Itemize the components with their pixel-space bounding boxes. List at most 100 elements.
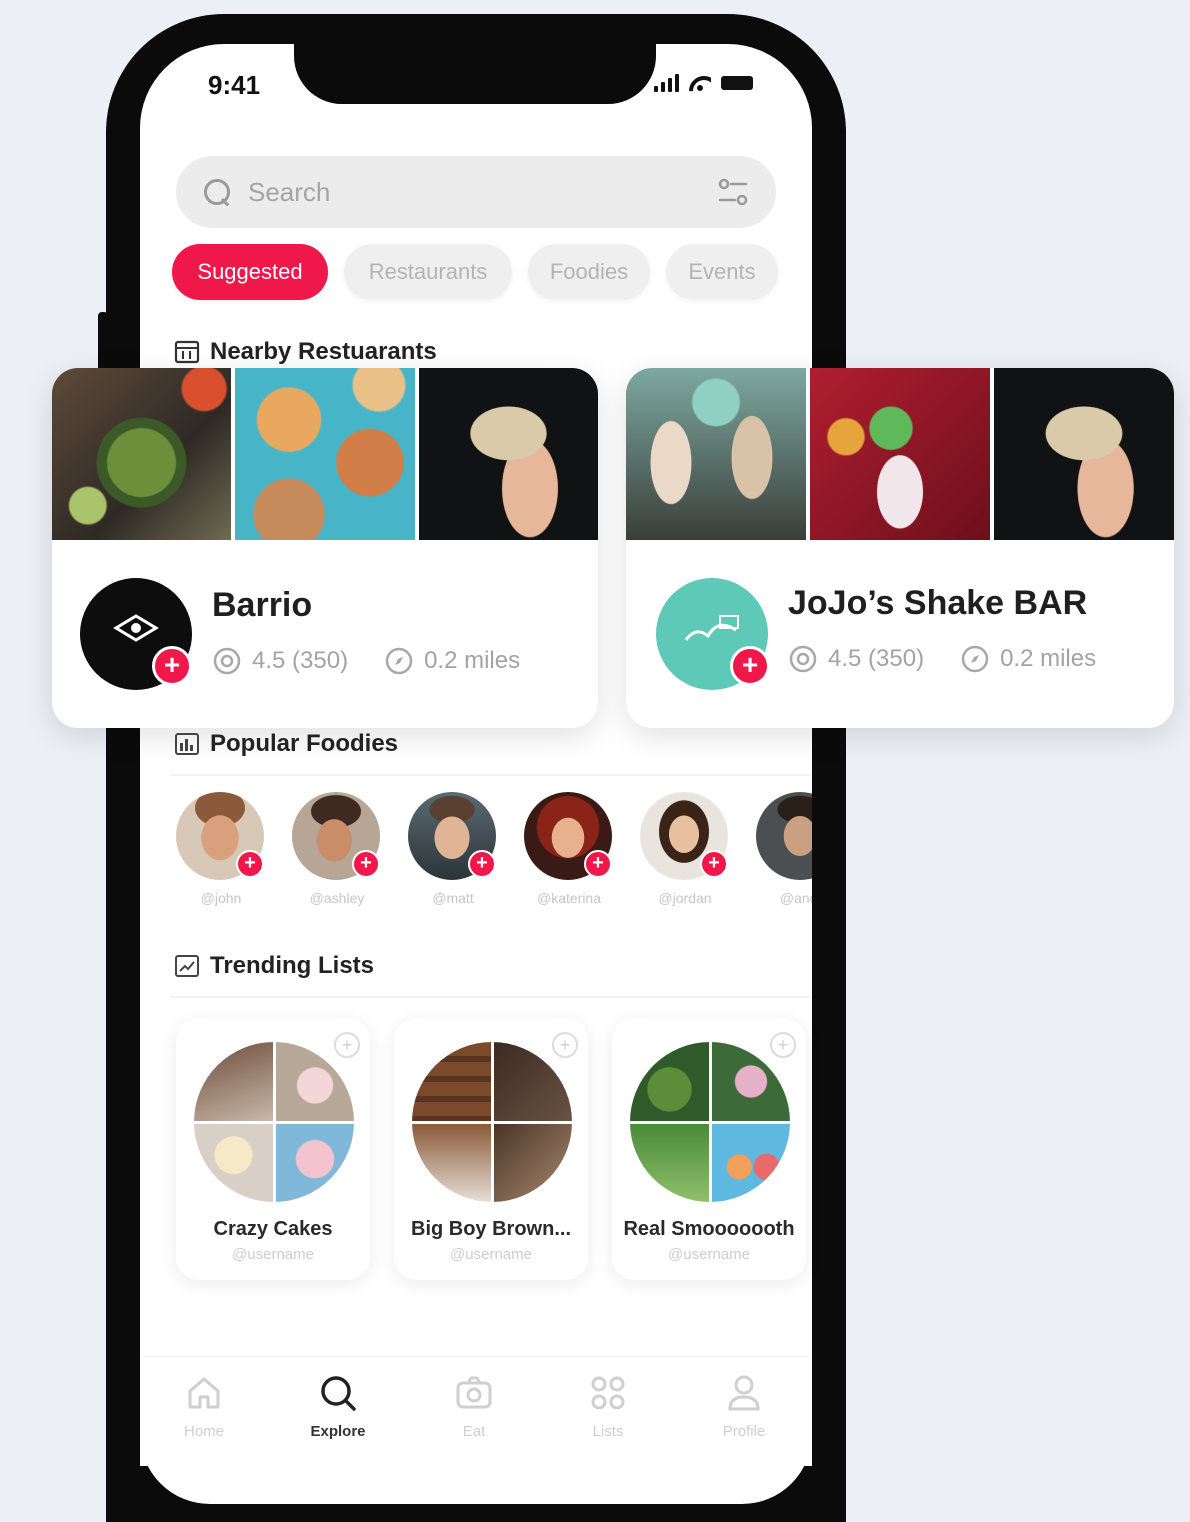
section-title-trending: Trending Lists — [210, 952, 375, 979]
foodies-row: + @john + @ashley + @matt + @katerina + … — [176, 792, 812, 922]
tab-eat[interactable]: Eat — [424, 1371, 524, 1440]
chip-suggested[interactable]: Suggested — [172, 244, 328, 300]
foodie-item[interactable]: + @matt — [408, 792, 498, 906]
foodie-item[interactable]: + @ashley — [292, 792, 382, 906]
restaurant-meta: 4.5 (350) 0.2 miles — [788, 644, 1096, 674]
tab-bar: Home Explore Eat Lists Profile — [140, 1356, 812, 1466]
search-icon — [321, 1376, 356, 1411]
home-icon — [188, 1377, 220, 1409]
restaurant-photos — [52, 368, 598, 540]
battery-icon — [721, 76, 753, 90]
profile-icon — [728, 1375, 760, 1411]
divider — [170, 996, 810, 998]
compass-icon — [961, 645, 989, 673]
list-username: @username — [668, 1246, 750, 1263]
photo-tacos — [235, 368, 415, 540]
trending-icon — [175, 955, 199, 977]
search-bar[interactable] — [176, 156, 776, 228]
search-icon — [202, 177, 232, 207]
follow-plus-icon[interactable]: + — [700, 850, 728, 878]
divider — [170, 774, 810, 776]
wifi-icon — [689, 74, 711, 92]
avatar[interactable]: + — [292, 792, 380, 880]
restaurant-name: Barrio — [212, 586, 313, 624]
tab-explore[interactable]: Explore — [288, 1371, 388, 1440]
tab-lists[interactable]: Lists — [558, 1371, 658, 1440]
rating-icon — [213, 647, 241, 675]
section-trending: Trending Lists — [174, 952, 374, 980]
list-title: Crazy Cakes — [213, 1218, 333, 1240]
list-username: @username — [450, 1246, 532, 1263]
foodie-handle: @ashley — [309, 890, 365, 906]
restaurant-info: + Barrio 4.5 (350) 0.2 miles — [80, 574, 588, 692]
photo-shakes — [626, 368, 806, 540]
section-foodies: Popular Foodies — [174, 730, 398, 758]
foodie-handle: @jordan — [658, 890, 712, 906]
tab-label: Eat — [462, 1423, 486, 1440]
list-add-icon[interactable]: + — [552, 1032, 578, 1058]
avatar[interactable]: + — [408, 792, 496, 880]
follow-plus-icon[interactable]: + — [152, 646, 192, 686]
follow-plus-icon[interactable]: + — [584, 850, 612, 878]
restaurant-rating: 4.5 (350) — [828, 645, 925, 672]
chart-icon — [175, 733, 199, 755]
tab-label: Lists — [592, 1423, 624, 1440]
restaurant-rating: 4.5 (350) — [252, 647, 349, 674]
restaurant-photos — [626, 368, 1174, 540]
photo-salad — [52, 368, 232, 540]
list-card[interactable]: + Big Boy Brown... @username — [394, 1018, 588, 1280]
follow-plus-icon[interactable]: + — [352, 850, 380, 878]
chip-restaurants[interactable]: Restaurants — [344, 244, 512, 300]
tab-label: Explore — [310, 1423, 366, 1440]
foodie-item[interactable]: @andr — [756, 792, 812, 906]
category-chips: Suggested Restaurants Foodies Events — [172, 244, 778, 300]
section-nearby: Nearby Restuarants — [174, 338, 437, 366]
avatar[interactable]: + — [640, 792, 728, 880]
restaurant-distance: 0.2 miles — [1000, 645, 1097, 672]
list-add-icon[interactable]: + — [770, 1032, 796, 1058]
photo-taco-hand — [418, 368, 598, 540]
avatar[interactable]: + — [176, 792, 264, 880]
restaurant-name: JoJo’s Shake BAR — [788, 584, 1088, 622]
status-icons — [654, 74, 753, 92]
restaurant-card-jojos[interactable]: + JoJo’s Shake BAR 4.5 (350) 0.2 miles — [626, 368, 1174, 728]
foodie-item[interactable]: + @john — [176, 792, 266, 906]
section-title-foodies: Popular Foodies — [210, 730, 399, 757]
list-collage — [630, 1042, 790, 1202]
photo-taco-hand — [994, 368, 1174, 540]
search-input[interactable] — [248, 176, 716, 208]
tab-profile[interactable]: Profile — [694, 1371, 794, 1440]
foodie-handle: @katerina — [536, 890, 602, 906]
follow-plus-icon[interactable]: + — [236, 850, 264, 878]
list-add-icon[interactable]: + — [334, 1032, 360, 1058]
photo-shakes-colorful — [810, 368, 990, 540]
restaurant-distance: 0.2 miles — [424, 647, 521, 674]
list-collage — [412, 1042, 572, 1202]
list-card[interactable]: + Real Smooooooth @username — [612, 1018, 806, 1280]
phone-notch — [294, 40, 656, 104]
follow-plus-icon[interactable]: + — [468, 850, 496, 878]
list-card[interactable]: + Crazy Cakes @username — [176, 1018, 370, 1280]
tab-label: Profile — [722, 1423, 766, 1440]
list-collage — [194, 1042, 354, 1202]
tab-home[interactable]: Home — [154, 1371, 254, 1440]
foodie-item[interactable]: + @jordan — [640, 792, 730, 906]
follow-plus-icon[interactable]: + — [730, 646, 770, 686]
avatar[interactable] — [756, 792, 812, 880]
camera-icon — [456, 1376, 492, 1409]
section-title-nearby: Nearby Restuarants — [210, 338, 437, 365]
grid-icon — [591, 1376, 625, 1410]
foodie-item[interactable]: + @katerina — [524, 792, 614, 906]
chip-events[interactable]: Events — [666, 244, 778, 300]
restaurant-icon — [174, 340, 200, 364]
foodie-handle: @matt — [432, 890, 474, 906]
restaurant-card-barrio[interactable]: + Barrio 4.5 (350) 0.2 miles — [52, 368, 598, 728]
restaurant-info: + JoJo’s Shake BAR 4.5 (350) 0.2 miles — [654, 574, 1164, 692]
list-title: Real Smooooooth — [623, 1218, 795, 1240]
restaurant-meta: 4.5 (350) 0.2 miles — [212, 646, 520, 676]
chip-foodies[interactable]: Foodies — [528, 244, 650, 300]
status-time: 9:41 — [208, 70, 261, 100]
avatar[interactable]: + — [524, 792, 612, 880]
filter-icon[interactable] — [716, 175, 750, 209]
tab-label: Home — [183, 1423, 224, 1440]
